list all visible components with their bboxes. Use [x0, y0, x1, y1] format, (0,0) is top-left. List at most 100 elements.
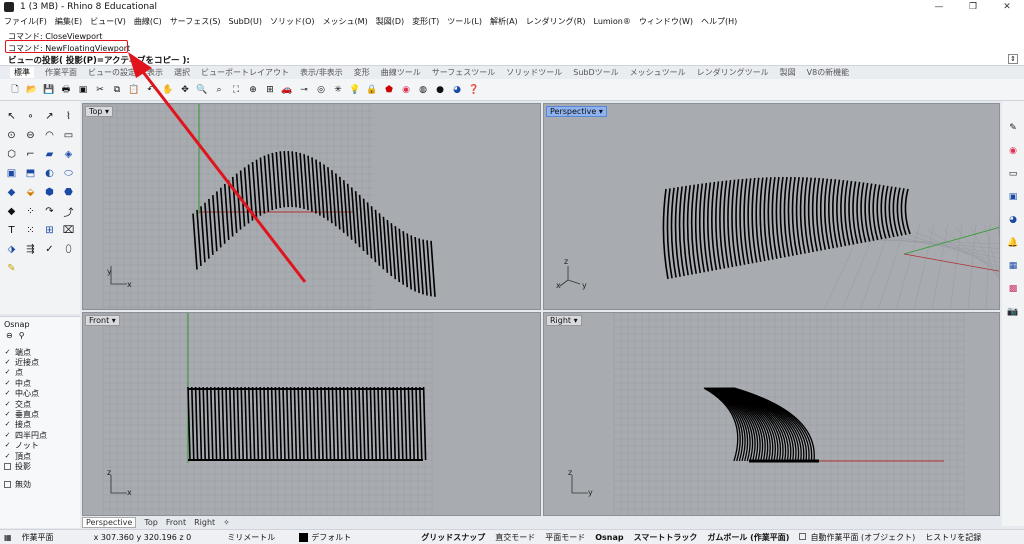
split-tool-icon[interactable]: ⁘ — [23, 204, 38, 219]
zoom-extents-icon[interactable]: ⛶ — [229, 83, 243, 97]
render-icon[interactable]: ◍ — [416, 83, 430, 97]
status-ortho[interactable]: 直交モード — [495, 532, 535, 543]
array-tool-icon[interactable]: ⁙ — [23, 223, 38, 238]
status-cplane-icon[interactable]: ▦ — [4, 533, 12, 542]
print-icon[interactable]: 🖶 — [59, 83, 73, 97]
menu-tools[interactable]: ツール(L) — [447, 16, 482, 27]
tab-display[interactable]: 表示 — [147, 67, 163, 78]
menu-transform[interactable]: 変形(T) — [412, 16, 439, 27]
select-arrow-icon[interactable]: ↖ — [4, 109, 19, 124]
status-gumball[interactable]: ガムボール (作業平面) — [707, 532, 789, 543]
checkbox-icon[interactable] — [4, 462, 11, 470]
trim-tool-icon[interactable]: ◆ — [4, 204, 19, 219]
notifications-icon[interactable]: 🔔 — [1007, 236, 1020, 249]
checkbox-icon[interactable]: ✓ — [4, 431, 11, 439]
color-grid-icon[interactable]: ▩ — [1007, 282, 1020, 295]
tab-transform[interactable]: 変形 — [354, 67, 370, 78]
layers-panel-icon[interactable]: ◉ — [1007, 144, 1020, 157]
zoom-window-icon[interactable]: ⌕ — [212, 83, 226, 97]
color-wheel-icon[interactable]: ◉ — [399, 83, 413, 97]
tab-new-in-v8[interactable]: V8の新機能 — [807, 67, 850, 78]
zoom-icon[interactable]: 🔍 — [195, 83, 209, 97]
viewport-label-right[interactable]: Right ▾ — [546, 315, 582, 326]
tab-render-tools[interactable]: レンダリングツール — [697, 67, 769, 78]
sphere-tool-icon[interactable]: ◐ — [42, 166, 57, 181]
osnap-item-intersection[interactable]: ✓ 交点 — [4, 399, 47, 409]
move-tool-icon[interactable]: ⬗ — [4, 242, 19, 257]
properties-icon[interactable]: ▣ — [76, 83, 90, 97]
save-icon[interactable]: 💾 — [42, 83, 56, 97]
osnap-item-tangent[interactable]: ✓ 接点 — [4, 420, 47, 430]
mesh-tool-icon[interactable]: ◆ — [4, 185, 19, 200]
checkbox-icon[interactable]: ✓ — [4, 411, 11, 418]
tab-visibility[interactable]: 表示/非表示 — [300, 67, 343, 78]
viewport-right[interactable]: Right ▾ z y — [543, 312, 1000, 516]
menu-curve[interactable]: 曲線(C) — [134, 16, 162, 27]
status-units[interactable]: ミリメートル — [227, 532, 275, 543]
osnap-item-end[interactable]: ✓ 端点 — [4, 347, 47, 357]
checkbox-icon[interactable]: ✓ — [4, 348, 11, 356]
checkbox-icon[interactable]: ✓ — [4, 442, 11, 449]
tab-cplanes[interactable]: 作業平面 — [45, 67, 77, 78]
ellipse-tool-icon[interactable]: ⊖ — [23, 128, 38, 143]
viewport-label-top[interactable]: Top ▾ — [85, 106, 114, 117]
osnap-filter-icon[interactable]: ⚲ — [19, 331, 25, 343]
osnap-item-disable[interactable]: 無効 — [4, 480, 47, 490]
status-smarttrack[interactable]: スマートトラック — [634, 532, 698, 543]
menu-edit[interactable]: 編集(E) — [55, 16, 82, 27]
four-viewports-icon[interactable]: ⊞ — [263, 83, 277, 97]
tab-viewport-layout[interactable]: ビューポートレイアウト — [201, 67, 289, 78]
menu-help[interactable]: ヘルプ(H) — [701, 16, 737, 27]
command-scroll-arrow-icon[interactable]: ⇕ — [1008, 54, 1018, 64]
viewport-label-front[interactable]: Front ▾ — [85, 315, 120, 326]
osnap-item-center[interactable]: ✓ 中心点 — [4, 389, 47, 399]
light-icon[interactable]: 💡 — [348, 83, 362, 97]
copy-icon[interactable]: ⧉ — [110, 83, 124, 97]
dimension-tool-icon[interactable]: ✎ — [4, 261, 19, 276]
vp-tab-right[interactable]: Right — [194, 518, 215, 527]
select-icon[interactable]: ◎ — [314, 83, 328, 97]
point-icon[interactable]: ✳ — [331, 83, 345, 97]
status-osnap[interactable]: Osnap — [595, 533, 623, 542]
tab-surface-tools[interactable]: サーフェスツール — [432, 67, 496, 78]
tab-drafting[interactable]: 製図 — [780, 67, 796, 78]
analyze-tool-icon[interactable]: ⬯ — [61, 242, 76, 257]
close-button[interactable]: ✕ — [990, 0, 1024, 14]
checkbox-icon[interactable]: ✓ — [4, 379, 11, 387]
properties-panel-icon[interactable]: ✎ — [1007, 121, 1020, 134]
text-tool-icon[interactable]: T — [4, 223, 19, 238]
status-layer[interactable]: デフォルト — [299, 532, 351, 543]
status-autocplane[interactable]: 自動作業平面 (オブジェクト) — [799, 532, 915, 543]
status-history[interactable]: ヒストリを記録 — [925, 532, 981, 543]
checkbox-icon[interactable] — [4, 481, 11, 489]
viewport-top[interactable]: Top ▾ y x — [82, 103, 541, 310]
status-grid-snap[interactable]: グリッドスナップ — [421, 532, 485, 543]
cylinder-tool-icon[interactable]: ⬭ — [61, 166, 76, 181]
display-panel-icon[interactable]: ▭ — [1007, 167, 1020, 180]
explode-tool-icon[interactable]: ⤴ — [61, 204, 76, 219]
menu-render[interactable]: レンダリング(R) — [526, 16, 586, 27]
material-icon[interactable]: ⬟ — [382, 83, 396, 97]
check-tool-icon[interactable]: ✓ — [42, 242, 57, 257]
menu-view[interactable]: ビュー(V) — [90, 16, 126, 27]
pan-icon[interactable]: ✋ — [161, 83, 175, 97]
block-tool-icon[interactable]: ⌧ — [61, 223, 76, 238]
osnap-item-perpendicular[interactable]: ✓ 垂直点 — [4, 409, 47, 419]
viewport-perspective[interactable]: Perspective ▾ z x y — [543, 103, 1000, 310]
curve-tool-icon[interactable]: ↗ — [42, 109, 57, 124]
rectangle-tool-icon[interactable]: ▭ — [61, 128, 76, 143]
osnap-item-mid[interactable]: ✓ 中点 — [4, 378, 47, 388]
checkbox-icon[interactable] — [799, 532, 807, 540]
checkbox-icon[interactable]: ✓ — [4, 390, 11, 397]
fillet-tool-icon[interactable]: ⌐ — [23, 147, 38, 162]
viewport-label-perspective[interactable]: Perspective ▾ — [546, 106, 607, 117]
box-tool-icon[interactable]: ▣ — [4, 166, 19, 181]
loft-tool-icon[interactable]: ◈ — [61, 147, 76, 162]
checkbox-icon[interactable]: ✓ — [4, 400, 11, 408]
align-tool-icon[interactable]: ⇶ — [23, 242, 38, 257]
undo-icon[interactable]: ↶ — [144, 83, 158, 97]
paste-icon[interactable]: 📋 — [127, 83, 141, 97]
rotate-view-icon[interactable]: ✥ — [178, 83, 192, 97]
checkbox-icon[interactable]: ✓ — [4, 421, 11, 428]
tab-mesh-tools[interactable]: メッシュツール — [630, 67, 686, 78]
